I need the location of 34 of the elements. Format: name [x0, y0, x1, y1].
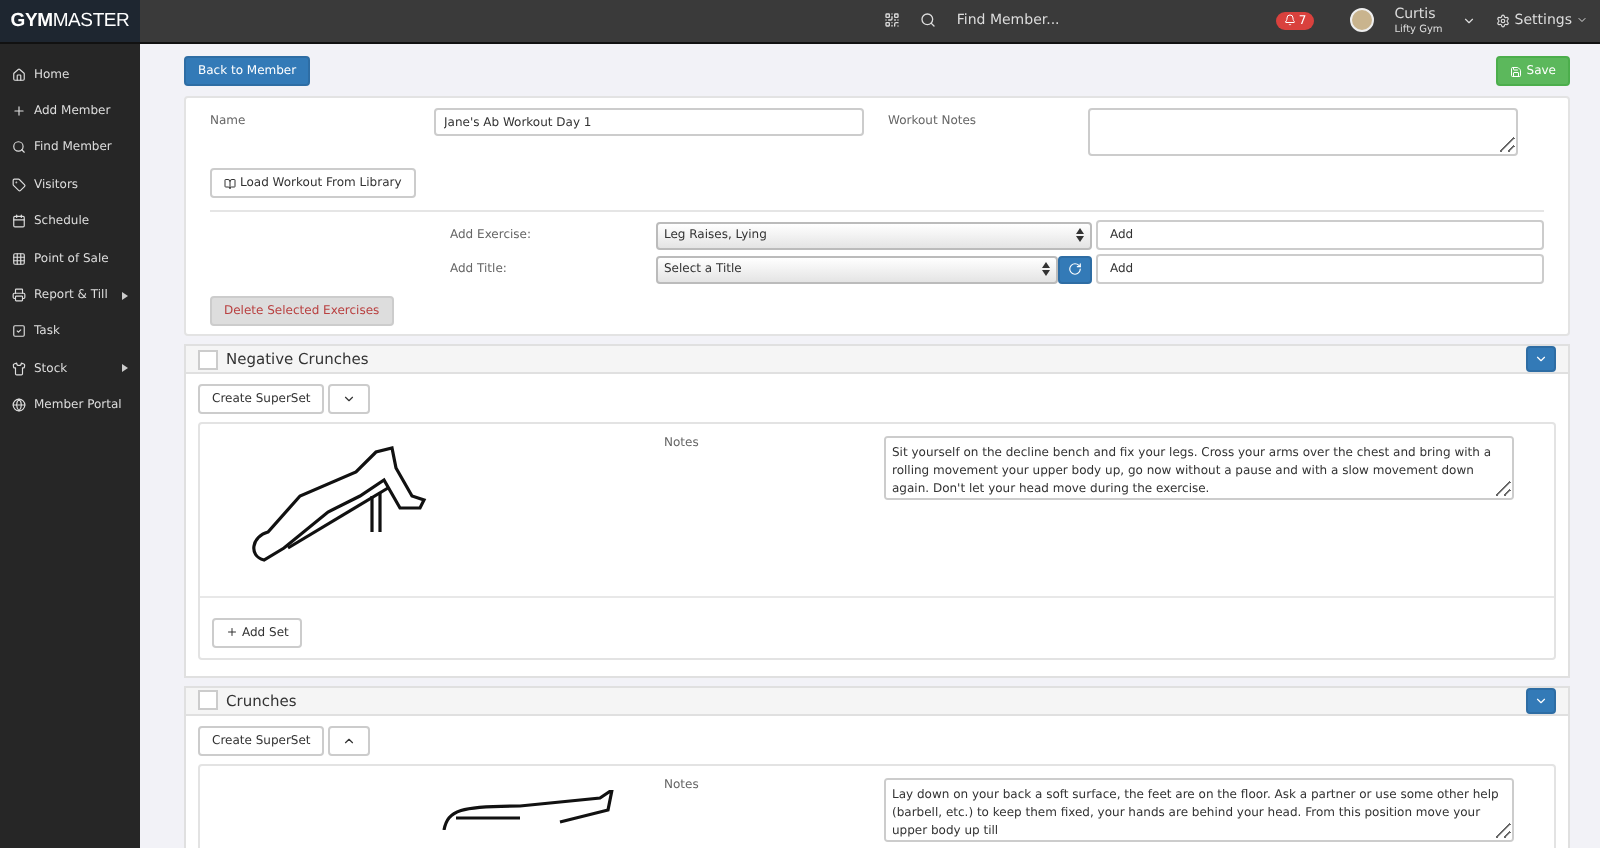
dropdown-button[interactable]	[1526, 687, 1556, 713]
home-icon	[12, 67, 26, 82]
calendar-icon	[12, 214, 26, 229]
chevron-down-icon	[342, 392, 357, 406]
sort-arrows-icon	[1076, 228, 1084, 242]
checkbox-icon	[12, 324, 26, 339]
qr-code-icon[interactable]	[884, 12, 901, 29]
refresh-button[interactable]	[1058, 255, 1092, 283]
floppy-disk-icon	[1510, 65, 1523, 77]
chevron-up-icon	[342, 733, 357, 747]
user-avatar[interactable]	[1350, 8, 1375, 33]
bell-icon	[1284, 14, 1297, 27]
search-icon	[12, 140, 26, 155]
plus-icon	[12, 104, 26, 119]
shirt-icon	[12, 361, 26, 376]
grid-icon	[12, 251, 26, 266]
refresh-icon	[1068, 262, 1082, 276]
settings-icon[interactable]	[1496, 13, 1511, 28]
dropdown-button[interactable]	[1526, 346, 1556, 372]
printer-icon	[12, 288, 26, 303]
exercise-checkbox[interactable]	[198, 690, 218, 710]
brand-logo[interactable]: GYMMASTER	[0, 0, 140, 42]
caret-icon[interactable]	[1576, 14, 1588, 27]
book-icon	[224, 177, 236, 189]
globe-icon	[12, 398, 26, 413]
caret-icon	[1534, 352, 1548, 366]
caret-icon	[1534, 693, 1548, 707]
caret-icon[interactable]	[1462, 13, 1477, 28]
plus-icon	[226, 626, 238, 638]
sort-arrows-icon	[1042, 262, 1050, 276]
tag-icon	[12, 177, 26, 192]
exercise-checkbox[interactable]	[198, 349, 218, 369]
workout-notes-field[interactable]	[1088, 108, 1518, 156]
search-icon[interactable]	[920, 12, 937, 29]
